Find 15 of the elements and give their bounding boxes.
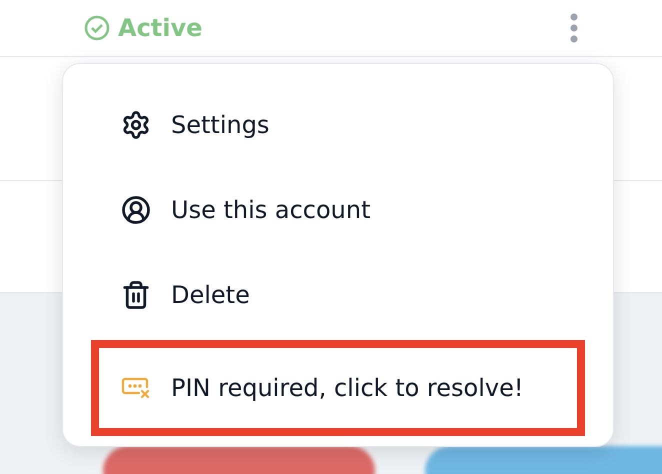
menu-item[interactable]: PIN required, click to resolve! (91, 340, 585, 436)
menu-item-label: PIN required, click to resolve! (171, 372, 524, 404)
menu-item-label: Delete (171, 280, 250, 312)
settings-icon (121, 110, 151, 140)
kebab-menu-icon[interactable] (570, 13, 578, 43)
menu-item-label: Settings (171, 110, 270, 141)
check-circle-icon (84, 15, 110, 41)
pin-warning-icon (121, 376, 151, 400)
menu-item[interactable]: Settings (91, 82, 585, 168)
menu-item[interactable]: Delete (91, 252, 585, 338)
status-label: Active (118, 13, 202, 44)
menu-item-label: Use this account (171, 194, 370, 226)
trash-icon (121, 280, 151, 310)
menu-item[interactable]: Use this account (91, 167, 585, 252)
user-circle-icon (121, 194, 151, 225)
